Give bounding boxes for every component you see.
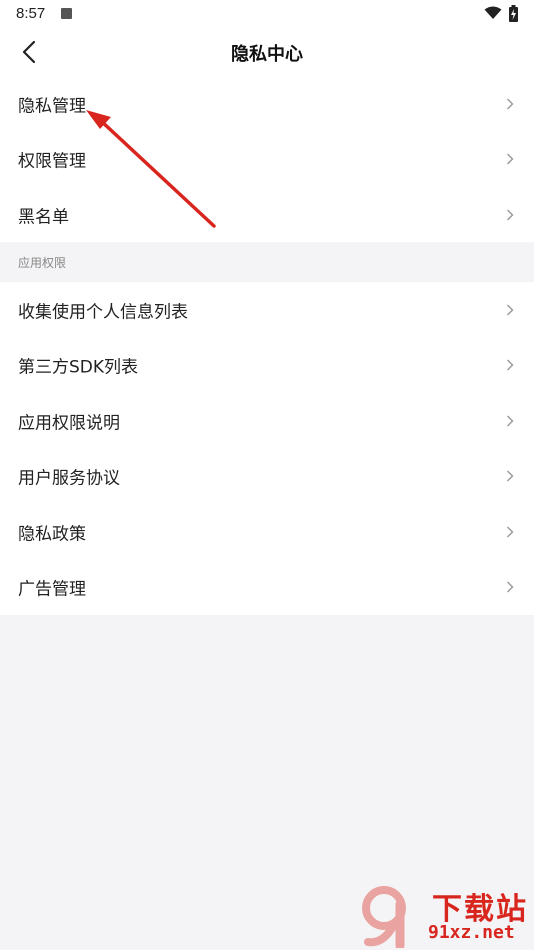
blacklist-item[interactable]: 黑名单 — [0, 187, 534, 243]
row-label: 权限管理 — [18, 151, 86, 172]
chevron-right-icon — [507, 526, 514, 538]
row-label: 收集使用个人信息列表 — [18, 302, 188, 323]
privacy-policy-item[interactable]: 隐私政策 — [0, 504, 534, 560]
chevron-right-icon — [507, 415, 514, 427]
chevron-right-icon — [507, 98, 514, 110]
app-permission-description-item[interactable]: 应用权限说明 — [0, 393, 534, 449]
section-label: 应用权限 — [18, 256, 67, 270]
third-party-sdk-list-item[interactable]: 第三方SDK列表 — [0, 338, 534, 394]
chevron-right-icon — [507, 581, 514, 593]
permission-management-item[interactable]: 权限管理 — [0, 132, 534, 188]
row-label: 用户服务协议 — [18, 468, 120, 489]
row-label: 隐私管理 — [18, 96, 86, 117]
chevron-right-icon — [507, 359, 514, 371]
status-bar: 8:57 — [0, 0, 534, 28]
chevron-right-icon — [507, 209, 514, 221]
row-label: 应用权限说明 — [18, 413, 120, 434]
watermark: 下载站 91xz.net — [362, 884, 532, 948]
privacy-management-item[interactable]: 隐私管理 — [0, 76, 534, 132]
watermark-logo-icon — [362, 886, 406, 948]
app-permissions-group: 收集使用个人信息列表 第三方SDK列表 应用权限说明 用户服务协议 隐私政策 广… — [0, 282, 534, 615]
user-service-agreement-item[interactable]: 用户服务协议 — [0, 449, 534, 505]
row-label: 第三方SDK列表 — [18, 357, 139, 378]
section-header: 应用权限 — [0, 242, 534, 282]
wifi-icon — [484, 6, 502, 19]
chevron-right-icon — [507, 304, 514, 316]
chevron-right-icon — [507, 153, 514, 165]
ad-management-item[interactable]: 广告管理 — [0, 560, 534, 616]
watermark-domain: 91xz.net — [428, 922, 515, 943]
page-title: 隐私中心 — [231, 44, 303, 65]
notification-app-icon — [61, 8, 72, 19]
row-label: 隐私政策 — [18, 524, 86, 545]
privacy-main-group: 隐私管理 权限管理 黑名单 — [0, 76, 534, 242]
row-label: 黑名单 — [18, 207, 69, 228]
chevron-right-icon — [507, 470, 514, 482]
battery-charging-icon — [509, 5, 518, 22]
personal-info-list-item[interactable]: 收集使用个人信息列表 — [0, 282, 534, 338]
nav-bar: 隐私中心 — [0, 28, 534, 76]
status-time: 8:57 — [16, 5, 46, 22]
row-label: 广告管理 — [18, 579, 86, 600]
